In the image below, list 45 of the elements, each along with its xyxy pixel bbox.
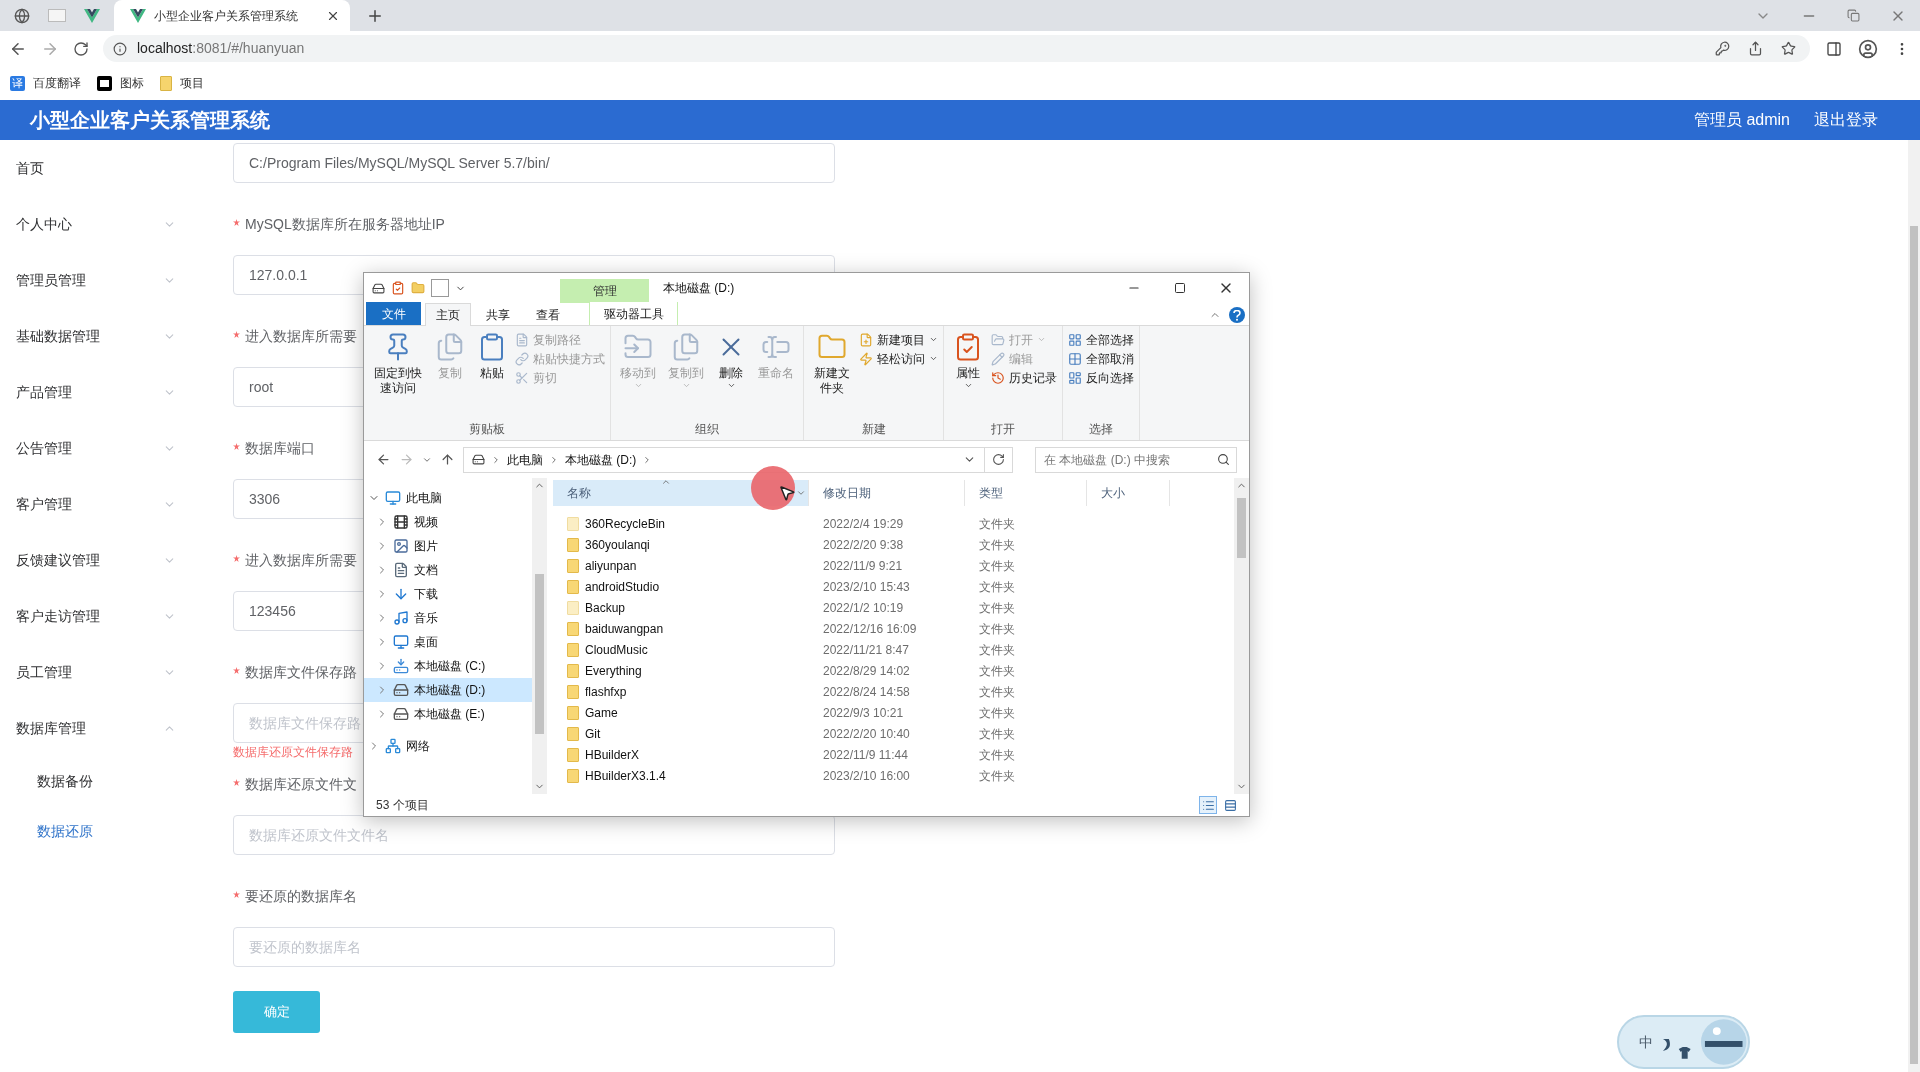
- field-label: 数据库端口: [245, 438, 315, 458]
- table-cell-text: 文件夹: [978, 725, 1016, 743]
- field-label: MySQL数据库所在服务器地址IP: [245, 214, 445, 234]
- table-cell-text: 文件夹: [978, 746, 1016, 764]
- table-cell-text: 文件夹: [978, 599, 1016, 617]
- ribbon-group-label: 新建: [860, 421, 887, 438]
- table-cell-text: 2023/2/10 15:43: [822, 578, 911, 596]
- error-message: 数据库还原文件保存路: [233, 745, 353, 759]
- table-cell-text: 文件夹: [978, 557, 1016, 575]
- table-cell-text: 2022/8/24 14:58: [822, 683, 911, 701]
- field-label: 进入数据库所需要: [245, 326, 357, 346]
- table-cell-text: 2022/2/4 19:29: [822, 515, 905, 533]
- table-cell-text: 文件夹: [978, 767, 1016, 785]
- translate-icon: 译: [10, 75, 25, 91]
- ribbon-group-label: 打开: [990, 421, 1016, 438]
- field-label: 数据库还原文件文: [245, 774, 357, 794]
- window-title: 本地磁盘 (D:): [663, 280, 735, 297]
- ribbon-group-label: 组织: [694, 421, 720, 438]
- user-label: 管理员 admin: [1693, 110, 1790, 130]
- table-cell-text: 2022/8/29 14:02: [822, 662, 911, 680]
- ribbon-group-label: 选择: [1088, 421, 1114, 438]
- table-cell-text: 2023/2/10 16:00: [822, 767, 911, 785]
- table-cell-text: 文件夹: [978, 620, 1016, 638]
- table-cell-text: 文件夹: [978, 578, 1016, 596]
- table-cell-text: 文件夹: [978, 515, 1016, 533]
- field-label: 进入数据库所需要: [245, 550, 357, 570]
- table-cell-text: 2022/2/20 10:40: [822, 725, 911, 743]
- field-label: 数据库文件保存路: [245, 662, 357, 682]
- table-cell-text: 文件夹: [978, 641, 1016, 659]
- ribbon-group-label: 剪贴板: [468, 421, 506, 438]
- status-text: 53 个项目: [376, 797, 429, 814]
- table-cell-text: 文件夹: [978, 536, 1016, 554]
- table-cell-text: 文件夹: [978, 683, 1016, 701]
- table-cell-text: 文件夹: [978, 704, 1016, 722]
- table-cell-text: 文件夹: [978, 662, 1016, 680]
- context-tab-header: 管理: [592, 283, 617, 300]
- table-cell-text: 2022/12/16 16:09: [822, 620, 918, 638]
- table-cell-text: 2022/1/2 10:19: [822, 599, 905, 617]
- table-cell-text: 2022/2/20 9:38: [822, 536, 905, 554]
- app-title: 小型企业客户关系管理系统: [30, 108, 270, 133]
- table-cell-text: 2022/11/21 8:47: [822, 641, 910, 659]
- table-cell-text: 2022/11/9 9:21: [822, 557, 904, 575]
- table-cell-text: 2022/11/9 11:44: [822, 746, 909, 764]
- table-cell-text: 2022/9/3 10:21: [822, 704, 905, 722]
- field-label: 要还原的数据库名: [245, 886, 357, 906]
